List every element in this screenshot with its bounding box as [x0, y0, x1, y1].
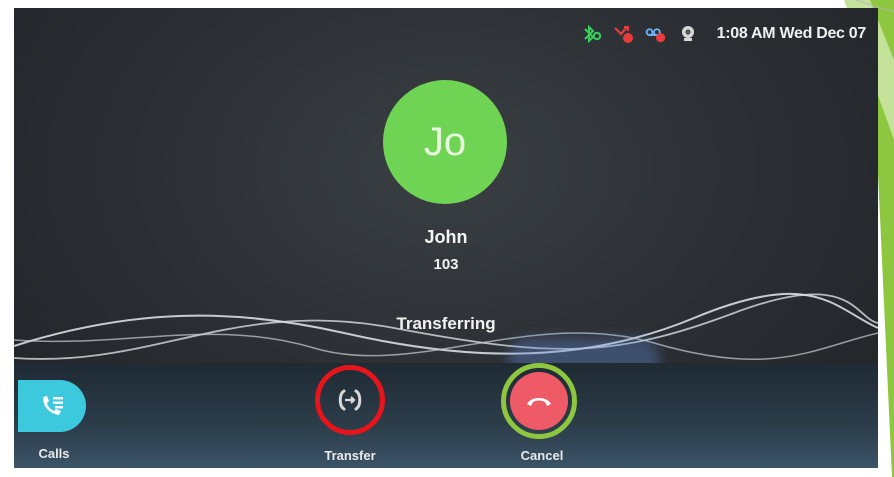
- transfer-button[interactable]: [315, 365, 385, 435]
- voicemail-icon: [645, 25, 667, 43]
- avatar-initials: Jo: [423, 119, 467, 164]
- missed-call-icon: [613, 25, 635, 43]
- status-bar: 1:08 AM Wed Dec 07: [581, 24, 866, 44]
- calls-label: Calls: [38, 446, 70, 461]
- cancel-button[interactable]: [510, 372, 568, 430]
- webcam-icon: [677, 25, 699, 43]
- bluetooth-icon: [581, 25, 603, 43]
- calls-list-icon: [43, 396, 63, 415]
- hang-up-icon: [527, 398, 551, 406]
- caller-avatar: Jo: [383, 80, 507, 204]
- transfer-icon: [338, 389, 362, 411]
- caller-number: 103: [433, 256, 459, 273]
- phone-screen: 1:08 AM Wed Dec 07 Jo John 103 Transferr…: [14, 8, 878, 468]
- status-time: 1:08 AM Wed Dec 07: [716, 25, 867, 42]
- calls-button[interactable]: [18, 380, 86, 432]
- cancel-label: Cancel: [520, 448, 564, 463]
- cancel-highlight-ring: [501, 363, 577, 439]
- call-status: Transferring: [396, 314, 496, 333]
- transfer-label: Transfer: [324, 448, 376, 463]
- caller-name: John: [424, 227, 468, 247]
- bottom-action-bar: [14, 363, 878, 468]
